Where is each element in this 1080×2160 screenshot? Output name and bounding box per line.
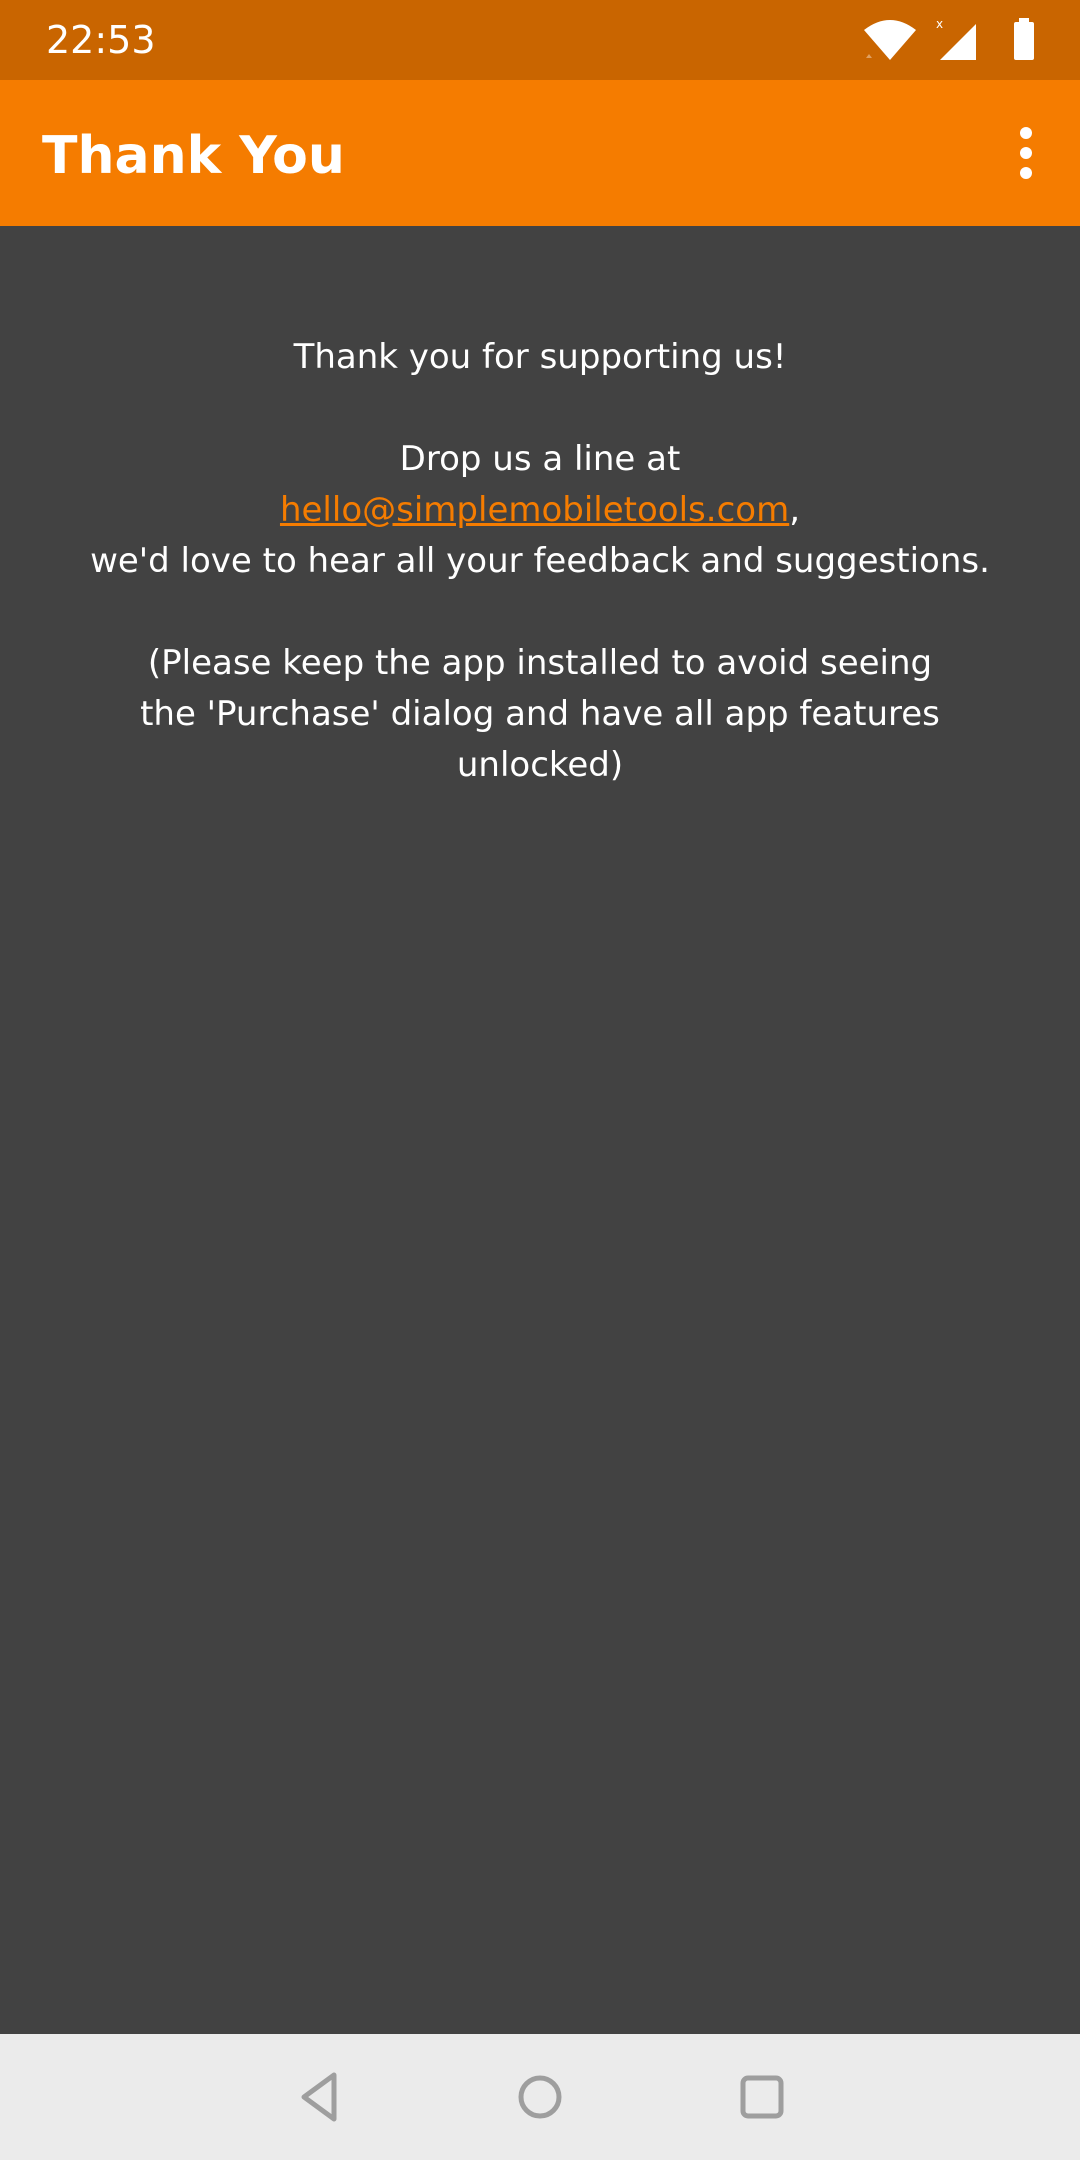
page-title: Thank You [42,126,345,186]
battery-icon [1014,18,1034,60]
app-bar: Thank You [0,80,1080,226]
back-icon [301,2072,337,2122]
status-time: 22:53 [46,18,156,62]
thank-you-message: Thank you for supporting us! Drop us a l… [60,332,1020,791]
thank-you-line: Thank you for supporting us! [293,337,787,377]
signal-icon: x [936,18,976,60]
email-suffix: , [789,490,801,530]
more-options-button[interactable] [986,113,1066,193]
feedback-line: we'd love to hear all your feedback and … [90,541,990,581]
email-link[interactable]: hello@simplemobiletools.com [280,490,789,530]
svg-text:x: x [936,18,943,31]
note-line-1: (Please keep the app installed to avoid … [147,643,933,683]
more-vert-icon [1020,127,1032,179]
recents-button[interactable] [732,2067,792,2127]
home-icon [518,2075,562,2119]
email-line: hello@simplemobiletools.com, [60,485,1020,536]
back-button[interactable] [290,2067,350,2127]
recents-icon [740,2075,784,2119]
drop-line-text: Drop us a line at [399,439,681,479]
note-line-2: the 'Purchase' dialog and have all app f… [140,694,940,734]
note-line-3: unlocked) [456,745,624,785]
content-area: Thank you for supporting us! Drop us a l… [0,226,1080,2034]
status-bar: 22:53 x [0,0,1080,80]
wifi-icon [864,20,916,60]
navigation-bar [0,2034,1080,2160]
home-button[interactable] [510,2067,570,2127]
